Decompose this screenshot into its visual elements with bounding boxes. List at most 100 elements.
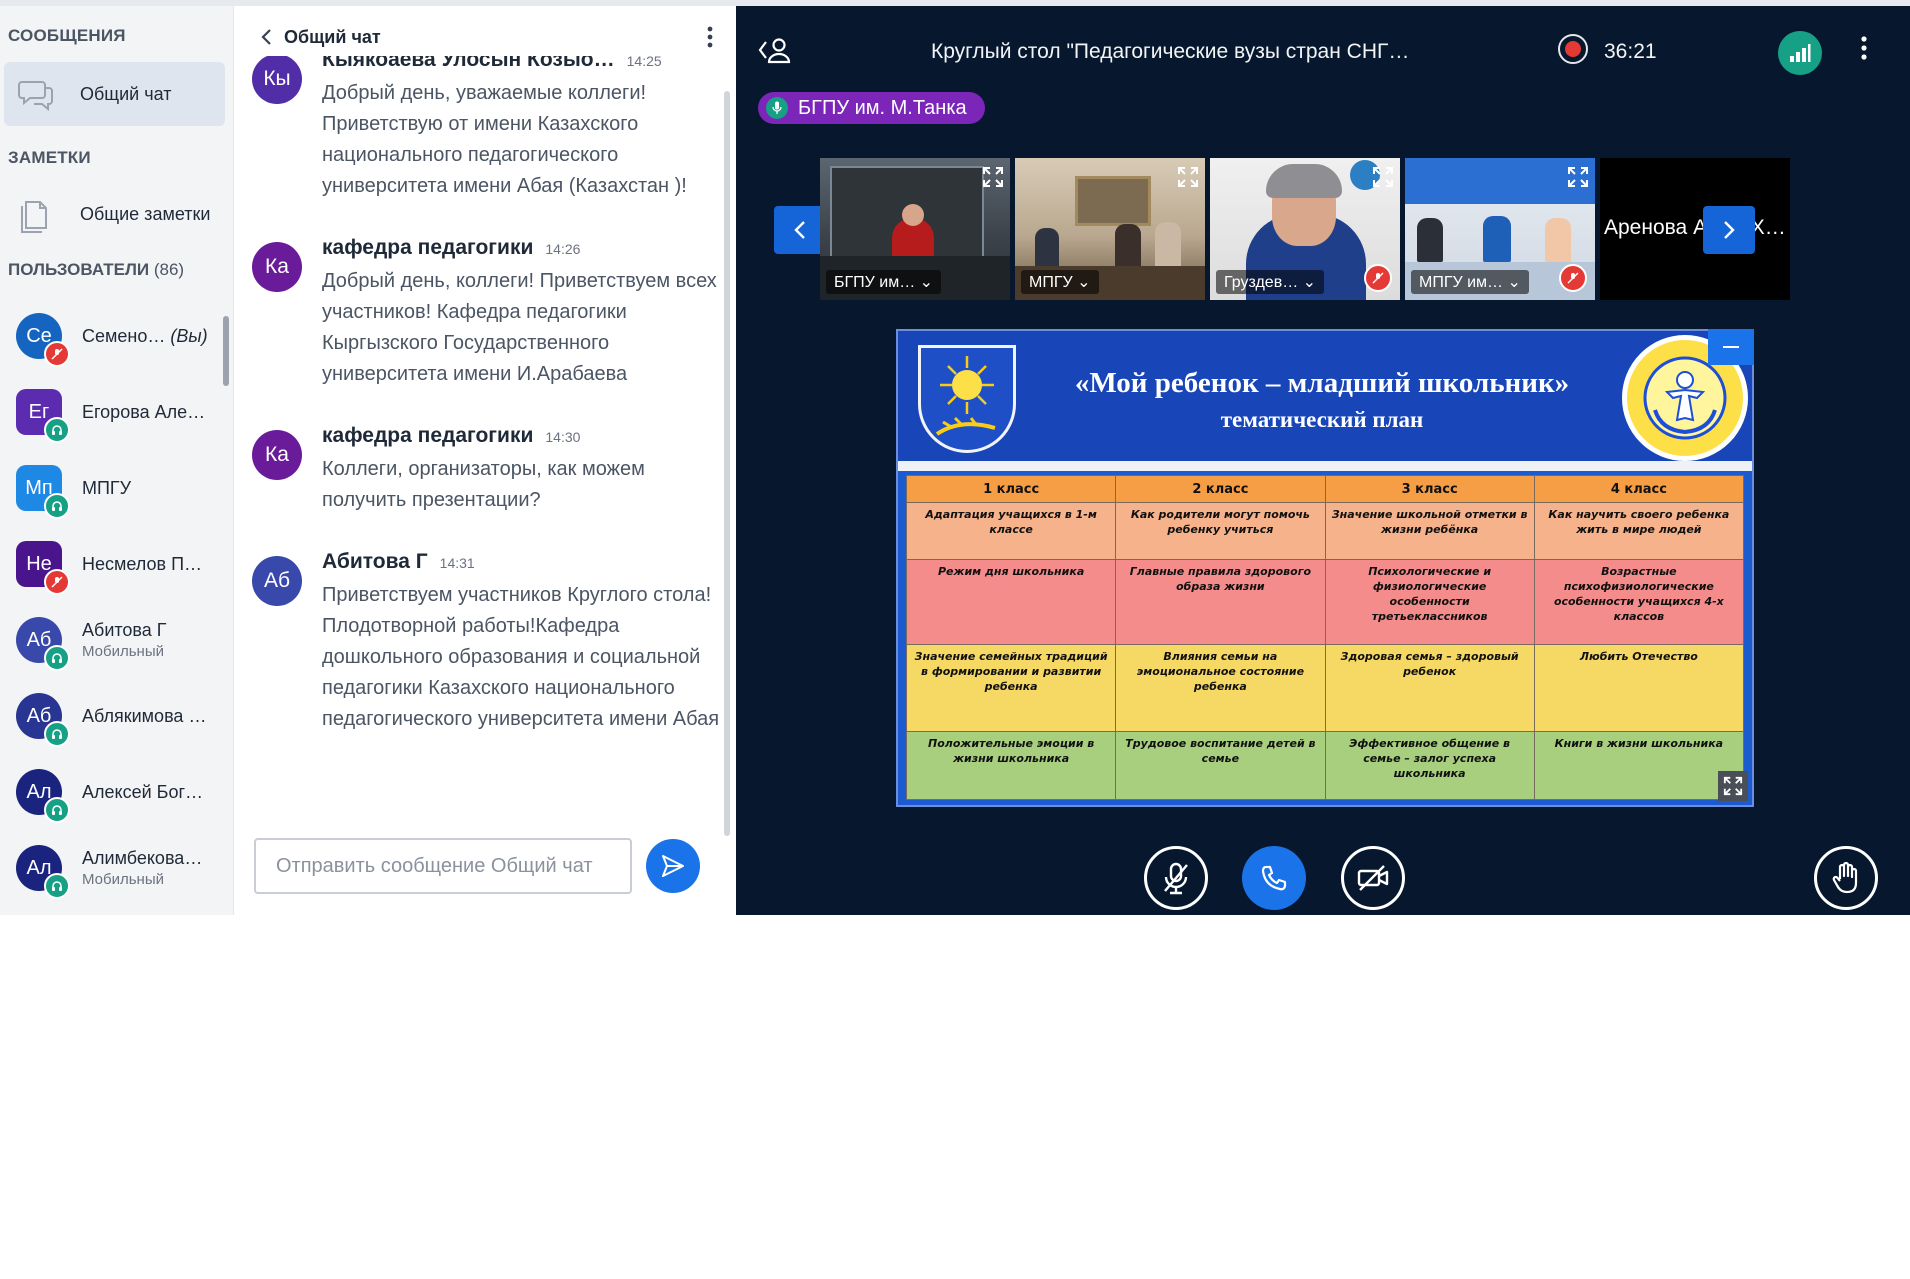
options-kebab-icon[interactable] bbox=[1860, 36, 1868, 60]
user-list-item[interactable]: Мп МПГУ bbox=[0, 450, 233, 526]
muted-indicator bbox=[1364, 264, 1392, 292]
listen-only-badge bbox=[44, 493, 70, 519]
you-marker: (Вы) bbox=[170, 325, 208, 346]
user-list-item[interactable]: Аб Аблякимова … bbox=[0, 678, 233, 754]
user-list-toggle-icon[interactable] bbox=[758, 36, 792, 64]
recording-time: 36:21 bbox=[1604, 40, 1657, 63]
message-header: Кыякоаева Улосын Козыо… 14:25 bbox=[322, 56, 722, 72]
table-cell: Адаптация учащихся в 1-м классе bbox=[905, 502, 1117, 560]
message-avatar-initials: Аб bbox=[263, 569, 291, 592]
chat-title: Общий чат bbox=[284, 26, 381, 47]
user-device-label: Мобильный bbox=[82, 643, 164, 660]
kebab-menu-icon[interactable] bbox=[706, 26, 714, 48]
fullscreen-button[interactable] bbox=[1718, 771, 1748, 801]
chat-scrollbar[interactable] bbox=[724, 91, 730, 836]
user-text: МПГУ bbox=[82, 478, 216, 499]
headphones-icon bbox=[52, 881, 62, 891]
tile-label[interactable]: Груздев… ⌄ bbox=[1216, 270, 1325, 294]
chat-message-input[interactable] bbox=[254, 838, 632, 894]
video-tile[interactable]: МПГУ ⌄ bbox=[1015, 158, 1205, 300]
tile-label[interactable]: МПГУ им… ⌄ bbox=[1411, 270, 1529, 294]
chat-bubbles-icon bbox=[18, 81, 53, 112]
message-body: Абитова Г 14:31 Приветствуем участников Кр… bbox=[322, 550, 722, 735]
chat-message: Ка кафедра педагогики 14:26 Добрый день, ко… bbox=[234, 236, 722, 390]
table-cell: Значение школьной отметки в жизни ребёнк… bbox=[1324, 502, 1535, 560]
tile-participant-name: Аренова Асыл Х… bbox=[1604, 216, 1786, 239]
recording-dot-icon bbox=[1565, 41, 1581, 57]
message-author: Кыякоаева Улосын Козыо… bbox=[322, 56, 615, 71]
table-cell: Режим дня школьника bbox=[905, 558, 1117, 645]
user-avatar: Не bbox=[16, 541, 70, 595]
table-row: Адаптация учащихся в 1-м классе Как роди… bbox=[905, 502, 1745, 560]
previous-videos-button[interactable] bbox=[774, 206, 826, 254]
user-text: Егорова Але… bbox=[82, 402, 216, 423]
message-header: кафедра педагогики 14:26 bbox=[322, 236, 722, 260]
message-avatar-initials: Ка bbox=[265, 255, 289, 278]
shared-notes-item[interactable]: Общие заметки bbox=[4, 182, 225, 246]
mic-off-icon bbox=[1164, 862, 1188, 895]
sidebar-scrollbar[interactable] bbox=[223, 316, 229, 386]
video-strip: БГПУ им… ⌄ МПГУ ⌄ Груздев… ⌄ МПГУ им… ⌄ … bbox=[774, 158, 1805, 300]
user-list-item[interactable]: Ег Егорова Але… bbox=[0, 374, 233, 450]
table-cell: Трудовое воспитание детей в семье bbox=[1115, 731, 1326, 800]
connection-status-button[interactable] bbox=[1778, 31, 1822, 75]
next-videos-button[interactable] bbox=[1703, 206, 1755, 254]
listen-only-badge bbox=[44, 645, 70, 671]
message-header: кафедра педагогики 14:30 bbox=[322, 424, 722, 448]
tile-label[interactable]: МПГУ ⌄ bbox=[1021, 270, 1099, 294]
send-message-button[interactable] bbox=[646, 839, 700, 893]
table-row: Значение семейных традиций в формировани… bbox=[905, 643, 1745, 733]
send-arrow-icon bbox=[662, 855, 684, 877]
recording-indicator[interactable] bbox=[1558, 34, 1588, 64]
mute-microphone-button[interactable] bbox=[1144, 846, 1208, 910]
user-name: Алексей Бог… bbox=[82, 781, 204, 802]
table-cell: Психологические и физиологические особен… bbox=[1324, 558, 1535, 645]
share-webcam-button[interactable] bbox=[1341, 846, 1405, 910]
user-avatar: Аб bbox=[16, 693, 70, 747]
table-header-cell: 4 класс bbox=[1533, 475, 1745, 503]
phone-icon bbox=[1261, 865, 1287, 891]
chat-message: Кы Кыякоаева Улосын Козыо… 14:25 Добрый ден… bbox=[234, 56, 722, 202]
message-avatar: Кы bbox=[252, 56, 302, 104]
message-header: Абитова Г 14:31 bbox=[322, 550, 722, 574]
expand-icon[interactable] bbox=[982, 166, 1004, 188]
user-device-label: Мобильный bbox=[82, 871, 164, 888]
chat-panel: Общий чат Кы Кыякоаева Улосын Козыо… 14:25… bbox=[233, 6, 736, 915]
message-avatar-initials: Кы bbox=[263, 67, 291, 90]
message-time: 14:26 bbox=[545, 241, 581, 257]
user-list-item[interactable]: Не Несмелов П… bbox=[0, 526, 233, 602]
expand-icon[interactable] bbox=[1177, 166, 1199, 188]
listen-only-badge bbox=[44, 797, 70, 823]
minimize-presentation-button[interactable] bbox=[1708, 329, 1754, 365]
presentation-area: «Мой ребенок – младший школьник» тематич… bbox=[896, 329, 1754, 807]
message-avatar-initials: Ка bbox=[265, 443, 289, 466]
user-list-item[interactable]: Аб Абитова Г Мобильный bbox=[0, 602, 233, 678]
public-chat-item[interactable]: Общий чат bbox=[4, 62, 225, 126]
message-author: кафедра педагогики bbox=[322, 424, 534, 447]
video-tile[interactable]: Груздев… ⌄ bbox=[1210, 158, 1400, 300]
message-author: Абитова Г bbox=[322, 550, 428, 573]
table-header-cell: 3 класс bbox=[1324, 475, 1535, 503]
video-tile-no-camera[interactable]: Аренова Асыл Х… bbox=[1600, 158, 1790, 300]
expand-icon[interactable] bbox=[1567, 166, 1589, 188]
raise-hand-button[interactable] bbox=[1814, 846, 1878, 910]
user-initials: Ег bbox=[28, 400, 50, 423]
chevron-left-icon[interactable] bbox=[260, 28, 274, 46]
video-tile[interactable]: МПГУ им… ⌄ bbox=[1405, 158, 1595, 300]
public-chat-label: Общий чат bbox=[80, 83, 172, 104]
user-name: Несмелов П… bbox=[82, 553, 203, 574]
user-list-item[interactable]: Се Семено… (Вы) bbox=[0, 298, 233, 374]
leave-audio-button[interactable] bbox=[1242, 846, 1306, 910]
table-cell: Значение семейных традиций в формировани… bbox=[905, 643, 1117, 733]
chevron-left-icon bbox=[794, 221, 805, 239]
user-text: Алимбекова… Мобильный bbox=[82, 848, 216, 888]
video-tile[interactable]: БГПУ им… ⌄ bbox=[820, 158, 1010, 300]
user-text: Семено… (Вы) bbox=[82, 326, 216, 347]
user-list-item[interactable]: Ал Алексей Бог… bbox=[0, 754, 233, 830]
message-body: кафедра педагогики 14:30 Коллеги, организа… bbox=[322, 424, 722, 516]
chat-message: Аб Абитова Г 14:31 Приветствуем участников … bbox=[234, 550, 722, 735]
hand-icon bbox=[1832, 861, 1858, 894]
tile-label[interactable]: БГПУ им… ⌄ bbox=[826, 270, 942, 294]
user-list-item[interactable]: Ал Алимбекова… Мобильный bbox=[0, 830, 233, 906]
expand-icon[interactable] bbox=[1372, 166, 1394, 188]
